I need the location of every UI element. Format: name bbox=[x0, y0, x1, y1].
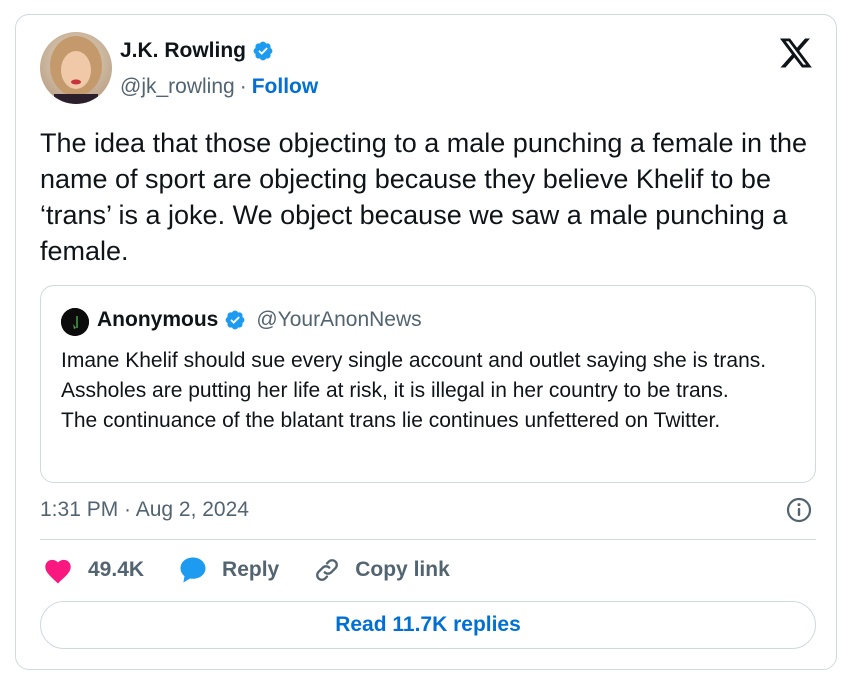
like-button[interactable]: 49.4K bbox=[42, 556, 144, 584]
quoted-header: Anonymous @YourAnonNews bbox=[97, 308, 422, 332]
verified-badge-icon bbox=[224, 309, 246, 331]
x-logo-icon[interactable] bbox=[778, 37, 814, 69]
separator-dot: · bbox=[239, 75, 247, 98]
author-name-row: J.K. Rowling bbox=[120, 39, 274, 63]
action-bar: 49.4K Reply Copy link bbox=[42, 556, 484, 584]
author-avatar[interactable] bbox=[40, 32, 112, 104]
info-icon[interactable] bbox=[785, 496, 813, 524]
link-icon bbox=[313, 556, 341, 584]
follow-button[interactable]: Follow bbox=[252, 75, 319, 99]
author-handle-row: @jk_rowling · Follow bbox=[120, 75, 318, 99]
reply-bubble-icon bbox=[178, 556, 208, 584]
copy-link-button[interactable]: Copy link bbox=[313, 556, 450, 584]
heart-icon bbox=[42, 556, 74, 584]
author-handle[interactable]: @jk_rowling bbox=[120, 75, 235, 99]
tweet-card: J.K. Rowling @jk_rowling · Follow The id… bbox=[15, 14, 837, 670]
quoted-author-avatar[interactable] bbox=[61, 308, 89, 336]
divider bbox=[40, 539, 816, 540]
quoted-tweet-text: Imane Khelif should sue every single acc… bbox=[61, 346, 797, 436]
quoted-tweet[interactable]: Anonymous @YourAnonNews Imane Khelif sho… bbox=[40, 285, 816, 483]
copy-link-label: Copy link bbox=[355, 558, 450, 581]
quoted-text-line: Assholes are putting her life at risk, i… bbox=[61, 379, 729, 402]
like-count: 49.4K bbox=[88, 558, 145, 581]
quoted-author-handle: @YourAnonNews bbox=[256, 308, 422, 331]
quoted-author-name: Anonymous bbox=[97, 308, 219, 331]
reply-label: Reply bbox=[222, 558, 280, 581]
tweet-timestamp[interactable]: 1:31 PM · Aug 2, 2024 bbox=[40, 498, 249, 522]
quoted-text-line: The continuance of the blatant trans lie… bbox=[61, 409, 721, 432]
read-replies-button[interactable]: Read 11.7K replies bbox=[40, 601, 816, 649]
quoted-text-line: Imane Khelif should sue every single acc… bbox=[61, 349, 767, 372]
verified-badge-icon bbox=[252, 40, 274, 62]
reply-button[interactable]: Reply bbox=[178, 556, 279, 584]
author-name[interactable]: J.K. Rowling bbox=[120, 39, 246, 63]
tweet-text: The idea that those objecting to a male … bbox=[40, 128, 808, 266]
